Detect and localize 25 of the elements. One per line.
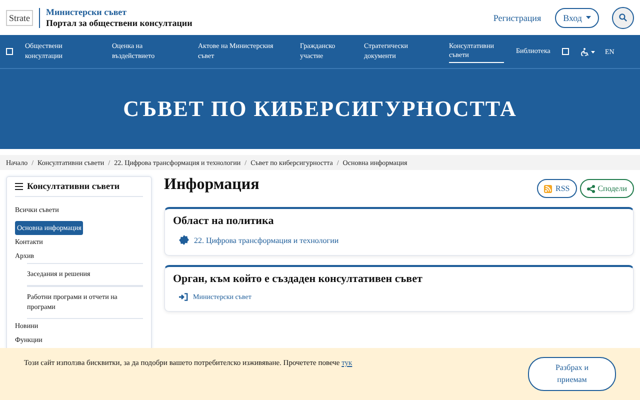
card-link[interactable]: 22. Цифрова трансформация и технологии	[194, 236, 339, 244]
accessibility-icon[interactable]	[581, 48, 595, 56]
caret-icon	[586, 16, 591, 19]
search-button[interactable]	[612, 6, 634, 28]
section-heading: Информация	[164, 176, 260, 194]
menu-icon	[15, 182, 23, 190]
page-banner-title: СЪВЕТ ПО КИБЕРСИГУРНОСТТА	[123, 96, 517, 122]
rss-button[interactable]: RSS	[537, 179, 577, 198]
sidebar-title: Консултативни съвети	[27, 181, 120, 191]
sign-in-icon	[179, 293, 188, 301]
register-link[interactable]: Регистрация	[493, 12, 542, 22]
login-button[interactable]: Вход	[555, 8, 599, 28]
card-title: Орган, към който е създаден консултативен съвет	[173, 273, 424, 285]
organization-name[interactable]: Министерски съвет	[46, 7, 192, 17]
menu-icon[interactable]	[6, 48, 13, 55]
image-alt-text: Strate	[6, 10, 33, 26]
share-button[interactable]: Сподели	[580, 179, 634, 198]
portal-name: Портал за обществени консултации	[46, 18, 192, 28]
square-icon[interactable]	[562, 48, 569, 55]
rss-icon	[544, 184, 552, 192]
badge-icon	[179, 235, 189, 245]
search-icon	[619, 13, 627, 22]
card-title: Област на политика	[173, 215, 275, 227]
share-icon	[586, 184, 595, 192]
accept-button[interactable]: Разбрах и приемам	[528, 357, 616, 391]
